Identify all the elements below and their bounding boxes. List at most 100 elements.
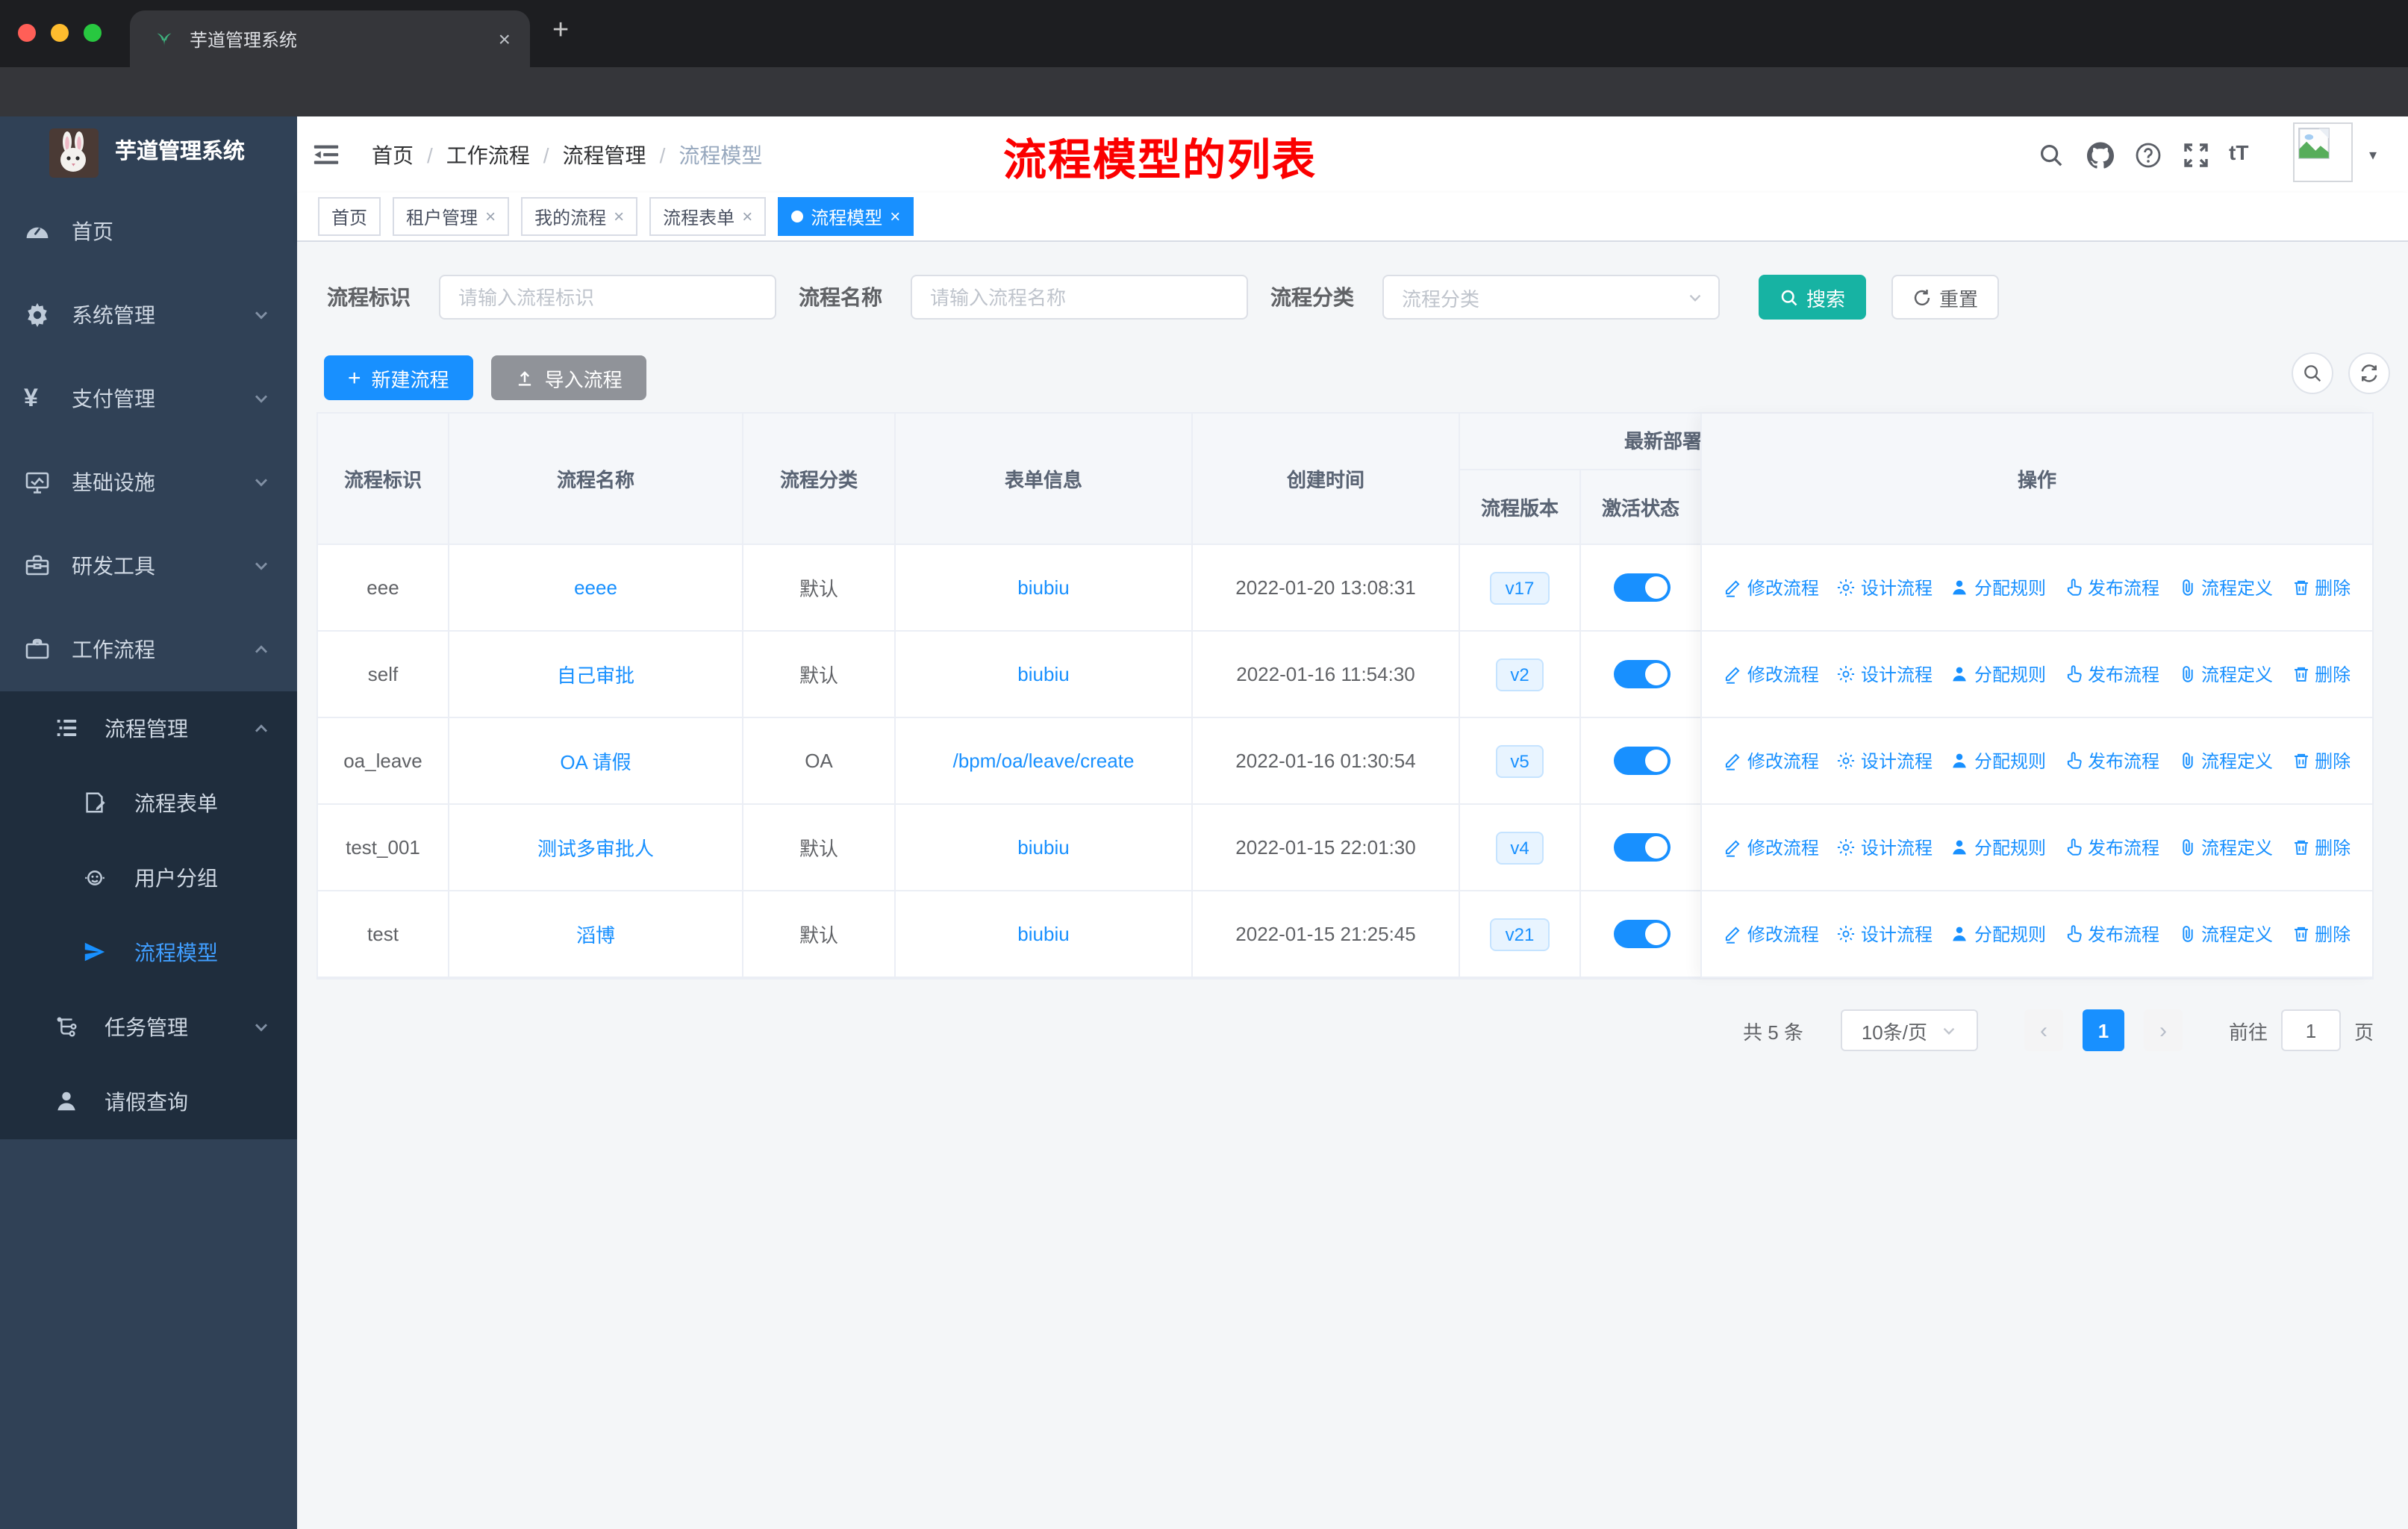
form-info-link[interactable]: /bpm/oa/leave/create	[953, 750, 1135, 772]
publish-process-link[interactable]: 发布流程	[2064, 748, 2159, 773]
modify-process-link[interactable]: 修改流程	[1724, 921, 1819, 947]
next-page-button[interactable]: ›	[2143, 1009, 2183, 1051]
design-process-link[interactable]: 设计流程	[1837, 921, 1933, 947]
form-info-link[interactable]: biubiu	[1017, 836, 1069, 859]
search-button[interactable]: 搜索	[1759, 275, 1867, 320]
close-window-button[interactable]	[18, 24, 36, 42]
publish-process-link[interactable]: 发布流程	[2064, 661, 2159, 687]
process-name-link[interactable]: 滔博	[576, 920, 615, 948]
sidebar-item-infrastructure[interactable]: 基础设施	[0, 440, 297, 524]
caret-down-icon[interactable]: ▾	[2369, 148, 2377, 164]
help-icon[interactable]	[2135, 142, 2162, 169]
delete-link[interactable]: 删除	[2291, 921, 2351, 947]
process-name-link[interactable]: 测试多审批人	[537, 833, 654, 862]
modify-process-link[interactable]: 修改流程	[1724, 661, 1819, 687]
tag-close-icon[interactable]: ×	[742, 206, 752, 227]
sidebar-item-workflow[interactable]: 工作流程	[0, 608, 297, 691]
maximize-window-button[interactable]	[84, 24, 102, 42]
process-definition-link[interactable]: 流程定义	[2177, 575, 2273, 600]
delete-link[interactable]: 删除	[2291, 835, 2351, 860]
tag-tenant[interactable]: 租户管理 ×	[393, 197, 510, 236]
active-toggle[interactable]	[1613, 573, 1670, 602]
modify-process-link[interactable]: 修改流程	[1724, 835, 1819, 860]
assign-rule-link[interactable]: 分配规则	[1950, 921, 2046, 947]
design-process-link[interactable]: 设计流程	[1837, 748, 1933, 773]
current-page[interactable]: 1	[2082, 1009, 2124, 1051]
page-size-select[interactable]: 10条/页	[1840, 1009, 1978, 1051]
sidebar-item-system[interactable]: 系统管理	[0, 273, 297, 357]
assign-rule-link[interactable]: 分配规则	[1950, 661, 2046, 687]
publish-process-link[interactable]: 发布流程	[2064, 835, 2159, 860]
delete-link[interactable]: 删除	[2291, 661, 2351, 687]
design-process-link[interactable]: 设计流程	[1837, 661, 1933, 687]
design-process-link[interactable]: 设计流程	[1837, 575, 1933, 600]
form-info-link[interactable]: biubiu	[1017, 663, 1069, 685]
publish-process-link[interactable]: 发布流程	[2064, 921, 2159, 947]
sidebar-item-devtools[interactable]: 研发工具	[0, 524, 297, 608]
breadcrumb-process-management[interactable]: 流程管理	[563, 140, 646, 169]
process-definition-link[interactable]: 流程定义	[2177, 748, 2273, 773]
sidebar-item-user-group[interactable]: 用户分组	[0, 841, 297, 915]
search-icon[interactable]	[2038, 142, 2065, 169]
process-definition-link[interactable]: 流程定义	[2177, 835, 2273, 860]
import-process-button[interactable]: 导入流程	[490, 355, 646, 400]
refresh-table-button[interactable]	[2348, 352, 2390, 394]
delete-link[interactable]: 删除	[2291, 748, 2351, 773]
font-size-icon[interactable]: tT	[2229, 140, 2248, 164]
active-toggle[interactable]	[1613, 747, 1670, 775]
minimize-window-button[interactable]	[51, 24, 69, 42]
active-toggle[interactable]	[1613, 833, 1670, 862]
modify-process-link[interactable]: 修改流程	[1724, 575, 1819, 600]
sidebar-item-task-management[interactable]: 任务管理	[0, 990, 297, 1065]
process-name-link[interactable]: 自己审批	[557, 660, 634, 688]
tag-close-icon[interactable]: ×	[614, 206, 624, 227]
reset-button[interactable]: 重置	[1891, 275, 2000, 320]
process-definition-link[interactable]: 流程定义	[2177, 661, 2273, 687]
process-definition-link[interactable]: 流程定义	[2177, 921, 2273, 947]
sidebar-item-home[interactable]: 首页	[0, 190, 297, 273]
sidebar-item-leave-query[interactable]: 请假查询	[0, 1065, 297, 1139]
tag-process-form[interactable]: 流程表单 ×	[649, 197, 767, 236]
form-info-link[interactable]: biubiu	[1017, 923, 1069, 945]
design-process-link[interactable]: 设计流程	[1837, 835, 1933, 860]
new-tab-button[interactable]: +	[552, 15, 569, 48]
active-toggle[interactable]	[1613, 660, 1670, 688]
show-search-toggle-button[interactable]	[2292, 352, 2333, 394]
process-name-link[interactable]: eeee	[574, 576, 617, 599]
breadcrumb-workflow[interactable]: 工作流程	[446, 140, 530, 169]
sidebar-item-process-form[interactable]: 流程表单	[0, 766, 297, 841]
process-name-input[interactable]	[911, 275, 1248, 320]
prev-page-button[interactable]: ‹	[2024, 1009, 2063, 1051]
process-category-select[interactable]: 流程分类	[1382, 275, 1720, 320]
github-icon[interactable]	[2087, 142, 2114, 169]
process-key-input[interactable]	[439, 275, 776, 320]
hamburger-collapse-icon[interactable]	[312, 140, 340, 169]
browser-tab[interactable]: 芋道管理系统 ×	[130, 10, 530, 67]
tag-process-model[interactable]: 流程模型 ×	[778, 197, 914, 236]
publish-process-link[interactable]: 发布流程	[2064, 575, 2159, 600]
sidebar-item-process-management[interactable]: 流程管理	[0, 691, 297, 766]
tag-close-icon[interactable]: ×	[890, 206, 900, 227]
active-toggle[interactable]	[1613, 920, 1670, 948]
modify-process-link[interactable]: 修改流程	[1724, 748, 1819, 773]
breadcrumb-home[interactable]: 首页	[372, 140, 414, 169]
tag-my-process[interactable]: 我的流程 ×	[521, 197, 638, 236]
assign-rule-link[interactable]: 分配规则	[1950, 575, 2046, 600]
tab-close-icon[interactable]: ×	[499, 27, 511, 51]
avatar[interactable]	[2293, 122, 2353, 182]
assign-rule-link[interactable]: 分配规则	[1950, 835, 2046, 860]
delete-link[interactable]: 删除	[2291, 575, 2351, 600]
form-info-link[interactable]: biubiu	[1017, 576, 1069, 599]
app-title: 芋道管理系统	[115, 140, 245, 164]
select-caret-icon	[1943, 1027, 1955, 1035]
sidebar-item-process-model[interactable]: 流程模型	[0, 915, 297, 990]
create-process-button[interactable]: + 新建流程	[324, 355, 473, 400]
assign-rule-link[interactable]: 分配规则	[1950, 748, 2046, 773]
tag-close-icon[interactable]: ×	[485, 206, 496, 227]
tag-home[interactable]: 首页	[318, 197, 381, 236]
sidebar-item-payment[interactable]: ¥ 支付管理	[0, 357, 297, 440]
goto-page-input[interactable]	[2280, 1009, 2341, 1051]
process-name-link[interactable]: OA 请假	[560, 747, 631, 775]
fullscreen-icon[interactable]	[2183, 142, 2209, 169]
breadcrumb-current: 流程模型	[679, 143, 763, 166]
